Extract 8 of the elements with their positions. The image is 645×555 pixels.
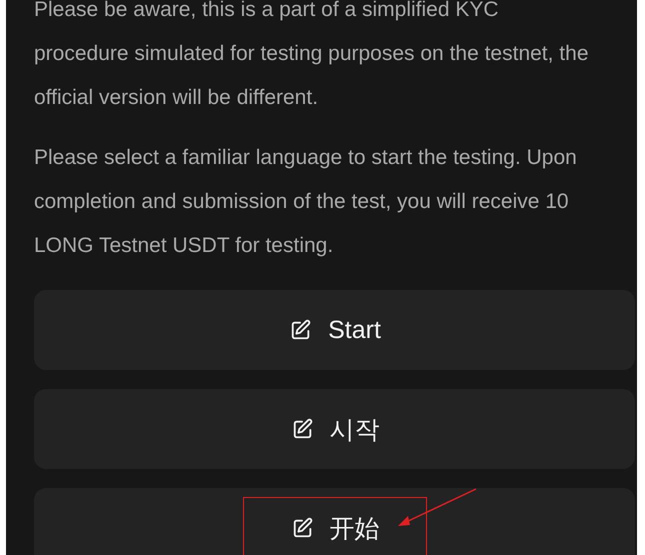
edit-icon — [292, 517, 314, 539]
start-button[interactable]: 시작 — [34, 389, 635, 469]
start-button[interactable]: Start — [34, 290, 635, 370]
start-button[interactable]: 开始 — [34, 488, 635, 555]
edit-icon — [292, 418, 314, 440]
notice-text: Please be aware, this is a part of a simplified KYC procedure simulated for testing purposes on the testnet, the official version will be different. — [34, 0, 590, 111]
edit-icon — [290, 319, 312, 341]
notice-text: Please select a familiar language to start the testing. Upon completion and submission of the test, you will receive 10 LONG Testnet USDT for testing. — [34, 145, 578, 259]
